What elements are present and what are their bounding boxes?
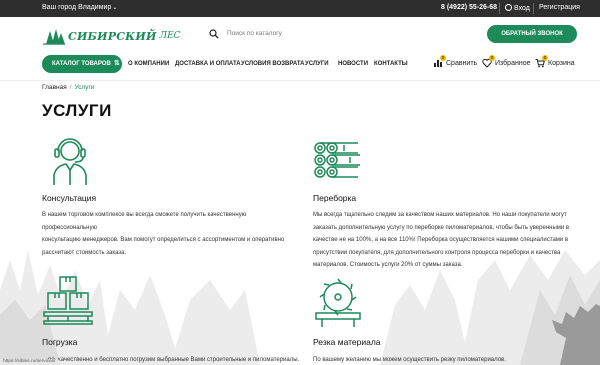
service-text-sorting: Мы всегда тщательно следим за качеством … (313, 209, 588, 272)
text-line: консультацию менеджеров. Вам помогут опр… (42, 237, 285, 244)
catalog-label: КАТАЛОГ ТОВАРОВ (52, 61, 111, 67)
favorites-link[interactable]: 0 Избранное (482, 55, 531, 68)
divider (499, 3, 500, 14)
nav-item-services[interactable]: УСЛУГИ (305, 61, 329, 67)
text-line: В нашем торговом комплексе вы всегда смо… (42, 212, 247, 231)
compare-icon: 0 (433, 55, 446, 68)
breadcrumb: Главная / Услуги (42, 84, 95, 91)
text-line: По вашему желанию мы можем осуществить р… (313, 357, 506, 363)
login-label: Вход (514, 5, 530, 12)
favorites-count-badge: 0 (489, 55, 495, 61)
favorites-label: Избранное (495, 59, 531, 67)
cart-icon: 0 (535, 55, 548, 68)
catalog-arrows-icon: ⇅ (113, 60, 120, 67)
status-bar-url: https://sibles.ru/services/ (0, 359, 59, 365)
compare-label: Сравнить (446, 59, 478, 67)
cart-label: Корзина (548, 59, 575, 67)
search-placeholder: Поиск по каталогу (227, 30, 282, 37)
nav-item-delivery[interactable]: ДОСТАВКА И ОПЛАТА (175, 61, 241, 67)
lumber-stack-icon (314, 142, 360, 178)
cart-count-badge: 0 (542, 55, 548, 61)
service-text-cutting: По вашему желанию мы можем осуществить р… (313, 354, 573, 365)
text-line: рассчитают стоимость заказа. (42, 249, 127, 256)
tree-logo-icon (43, 28, 65, 45)
heart-icon: 0 (482, 55, 495, 68)
login-link[interactable]: Вход (505, 4, 530, 12)
divider (533, 3, 534, 14)
service-title-loading: Погрузка (42, 337, 78, 347)
cart-link[interactable]: 0 Корзина (535, 55, 575, 68)
nav-item-returns[interactable]: УСЛОВИЯ ВОЗВРАТА (241, 61, 305, 67)
user-icon (505, 4, 512, 11)
phone-link[interactable]: 8 (4922) 55-26-68 (441, 4, 497, 11)
boxes-loading-icon (43, 276, 93, 325)
headset-operator-icon (53, 138, 87, 185)
catalog-button[interactable]: КАТАЛОГ ТОВАРОВ ⇅ (42, 55, 122, 73)
breadcrumb-home[interactable]: Главная (42, 84, 67, 91)
nav-item-about[interactable]: О КОМПАНИИ (128, 61, 169, 67)
service-title-consultation: Консультация (42, 193, 97, 203)
nav-item-contacts[interactable]: КОНТАКТЫ (374, 61, 408, 67)
callback-button[interactable]: ОБРАТНЫЙ ЗВОНОК (487, 25, 577, 43)
compare-link[interactable]: 0 Сравнить (433, 55, 478, 68)
search-input[interactable]: Поиск по каталогу (205, 24, 430, 44)
service-title-cutting: Резка материала (313, 337, 381, 347)
service-text-loading: …ро, качественно и бесплатно погрузим вы… (42, 354, 342, 365)
text-line: заказать дополнительную услугу по перебо… (313, 224, 570, 231)
text-line: качестве не на 100%, а на все 110%! Пере… (313, 237, 569, 244)
service-title-sorting: Переборка (313, 193, 357, 203)
logo-text: СИБИРСКИЙ (68, 29, 157, 43)
compare-count-badge: 0 (440, 55, 446, 61)
nav-item-news[interactable]: НОВОСТИ (338, 61, 368, 67)
saw-blade-icon (315, 278, 361, 327)
text-line: …ро, качественно и бесплатно погрузим вы… (42, 357, 300, 363)
page-title: УСЛУГИ (42, 101, 112, 120)
text-line: присутствии покупателя, для дополнительн… (313, 249, 561, 256)
breadcrumb-current: Услуги (74, 84, 95, 91)
breadcrumb-separator: / (69, 84, 72, 91)
city-label: Ваш город Владимир (42, 4, 112, 11)
logo-text-secondary: ЛЕС (159, 31, 181, 41)
header-divider (0, 80, 600, 81)
search-icon (209, 29, 219, 39)
top-bar: Ваш город Владимир⌄ 8 (4922) 55-26-68 Вх… (0, 0, 600, 17)
site-logo[interactable]: СИБИРСКИЙ ЛЕС (42, 27, 181, 45)
service-text-consultation: В нашем торговом комплексе вы всегда смо… (42, 209, 302, 259)
city-selector[interactable]: Ваш город Владимир⌄ (42, 4, 117, 11)
text-line: материалов. Стоимость услуги 20% от сумм… (313, 262, 463, 269)
chevron-down-icon: ⌄ (112, 5, 118, 11)
text-line: Мы всегда тщательно следим за качеством … (313, 212, 567, 218)
register-link[interactable]: Регистрация (539, 4, 580, 11)
